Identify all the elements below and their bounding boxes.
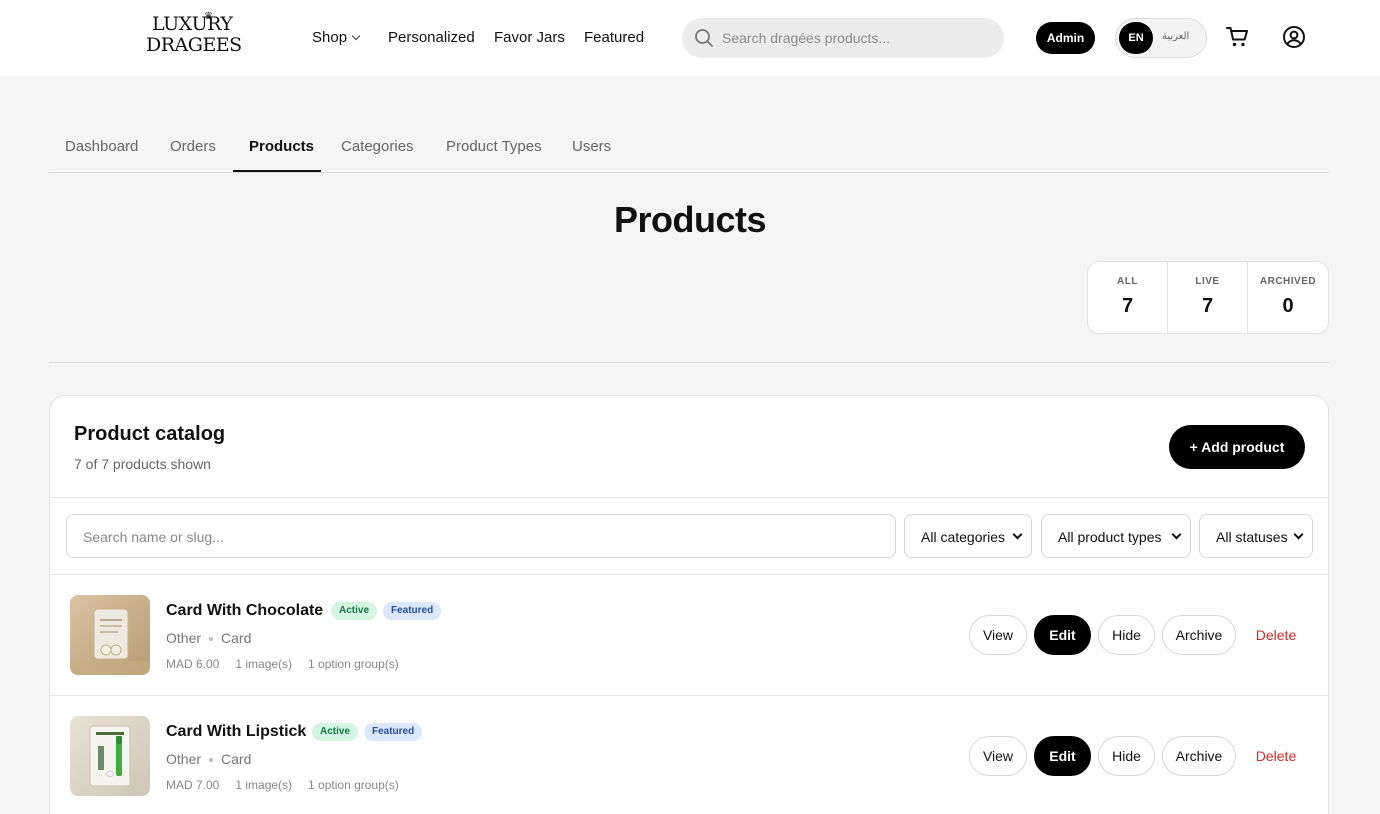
product-row: Card With Chocolate Active Featured Othe… [50,575,1328,696]
product-image-count: 1 image(s) [235,657,293,671]
product-name[interactable]: Card With Chocolate [166,602,323,620]
add-product-button[interactable]: + Add product [1169,425,1305,469]
product-option-count: 1 option group(s) [308,657,399,671]
search-icon [695,29,713,47]
hide-button[interactable]: Hide [1098,615,1155,655]
stat-all: ALL 7 [1088,262,1168,333]
nav-shop-label: Shop [312,29,348,46]
product-price: MAD 6.00 [166,657,220,671]
stat-archived-value: 0 [1282,295,1294,317]
cart-icon[interactable] [1226,26,1250,48]
crown-icon: ♛ [204,11,213,22]
catalog-search-input[interactable]: Search name or slug... [66,514,896,558]
admin-button[interactable]: Admin [1036,22,1095,54]
stat-live: LIVE 7 [1168,262,1248,333]
stat-all-value: 7 [1121,295,1134,317]
stat-all-label: ALL [1117,276,1138,287]
admin-tabs: Dashboard Orders Products Categories Pro… [49,120,1329,173]
product-meta: Other Card [166,751,251,767]
product-type: Card [221,751,252,767]
product-type-select[interactable]: All product types [1041,514,1191,558]
edit-button[interactable]: Edit [1034,615,1091,655]
edit-button[interactable]: Edit [1034,736,1091,776]
filter-bar: Search name or slug... All categories Al… [50,497,1328,575]
product-row: Card With Lipstick Active Featured Other… [50,696,1328,814]
catalog-count: 7 of 7 products shown [74,456,211,472]
nav-favor-jars[interactable]: Favor Jars [494,29,565,46]
product-thumbnail[interactable] [70,595,150,675]
view-button[interactable]: View [969,736,1027,776]
catalog-search-placeholder: Search name or slug... [83,529,224,545]
logo-line1: LUXURY [152,13,233,35]
separator-dot [209,637,214,642]
chevron-down-icon [1012,529,1023,540]
nav-featured[interactable]: Featured [584,29,644,46]
active-tab-indicator [233,170,321,172]
lang-ar-option[interactable]: العربية [1162,31,1189,42]
tab-products[interactable]: Products [249,138,314,155]
product-type-select-value: All product types [1058,529,1162,545]
nav-personalized[interactable]: Personalized [388,29,475,46]
product-image-count: 1 image(s) [235,778,293,792]
tab-dashboard[interactable]: Dashboard [65,138,138,155]
tab-orders[interactable]: Orders [170,138,216,155]
tab-product-types[interactable]: Product Types [446,138,542,155]
product-catalog: Product catalog 7 of 7 products shown + … [49,395,1329,814]
status-select-value: All statuses [1216,529,1288,545]
site-header: ♛ LUXURY DRAGEES Shop Personalized Favor… [0,0,1380,76]
user-icon[interactable] [1282,25,1306,49]
search-placeholder: Search dragées products... [722,30,891,46]
product-category: Other [166,751,202,767]
category-select[interactable]: All categories [904,514,1032,558]
logo-line2: DRAGEES [146,34,242,56]
product-info: MAD 6.00 1 image(s) 1 option group(s) [166,657,415,671]
product-name[interactable]: Card With Lipstick [166,723,306,741]
product-type: Card [221,630,252,646]
product-option-count: 1 option group(s) [308,778,399,792]
product-category: Other [166,630,202,646]
chevron-down-icon [1171,529,1182,540]
product-thumbnail[interactable] [70,716,150,796]
delete-button[interactable]: Delete [1246,736,1306,776]
language-switcher[interactable]: EN العربية [1115,18,1207,58]
stat-archived: ARCHIVED 0 [1248,262,1328,333]
status-select[interactable]: All statuses [1199,514,1313,558]
product-meta: Other Card [166,630,251,646]
section-divider [49,362,1329,363]
status-badge: Active [331,602,378,620]
chevron-down-icon [351,31,361,41]
archive-button[interactable]: Archive [1162,615,1236,655]
stat-archived-label: ARCHIVED [1259,276,1317,287]
featured-badge: Featured [364,723,423,741]
nav-shop[interactable]: Shop [312,29,361,46]
hide-button[interactable]: Hide [1098,736,1155,776]
tab-categories[interactable]: Categories [341,138,414,155]
header-search[interactable]: Search dragées products... [682,18,1004,58]
separator-dot [209,758,214,763]
featured-badge: Featured [383,602,442,620]
view-button[interactable]: View [969,615,1027,655]
product-price: MAD 7.00 [166,778,220,792]
category-select-value: All categories [921,529,1006,545]
product-stats: ALL 7 LIVE 7 ARCHIVED 0 [1087,261,1329,334]
delete-button[interactable]: Delete [1246,615,1306,655]
stat-live-label: LIVE [1195,276,1220,287]
chevron-down-icon [1293,529,1304,540]
catalog-title: Product catalog [74,423,226,445]
tab-users[interactable]: Users [572,138,611,155]
page-title: Products [613,199,767,240]
brand-logo[interactable]: ♛ LUXURY DRAGEES [146,11,242,62]
stat-live-value: 7 [1201,295,1214,317]
lang-en-option[interactable]: EN [1119,22,1153,54]
product-info: MAD 7.00 1 image(s) 1 option group(s) [166,778,415,792]
archive-button[interactable]: Archive [1162,736,1236,776]
status-badge: Active [312,723,359,741]
